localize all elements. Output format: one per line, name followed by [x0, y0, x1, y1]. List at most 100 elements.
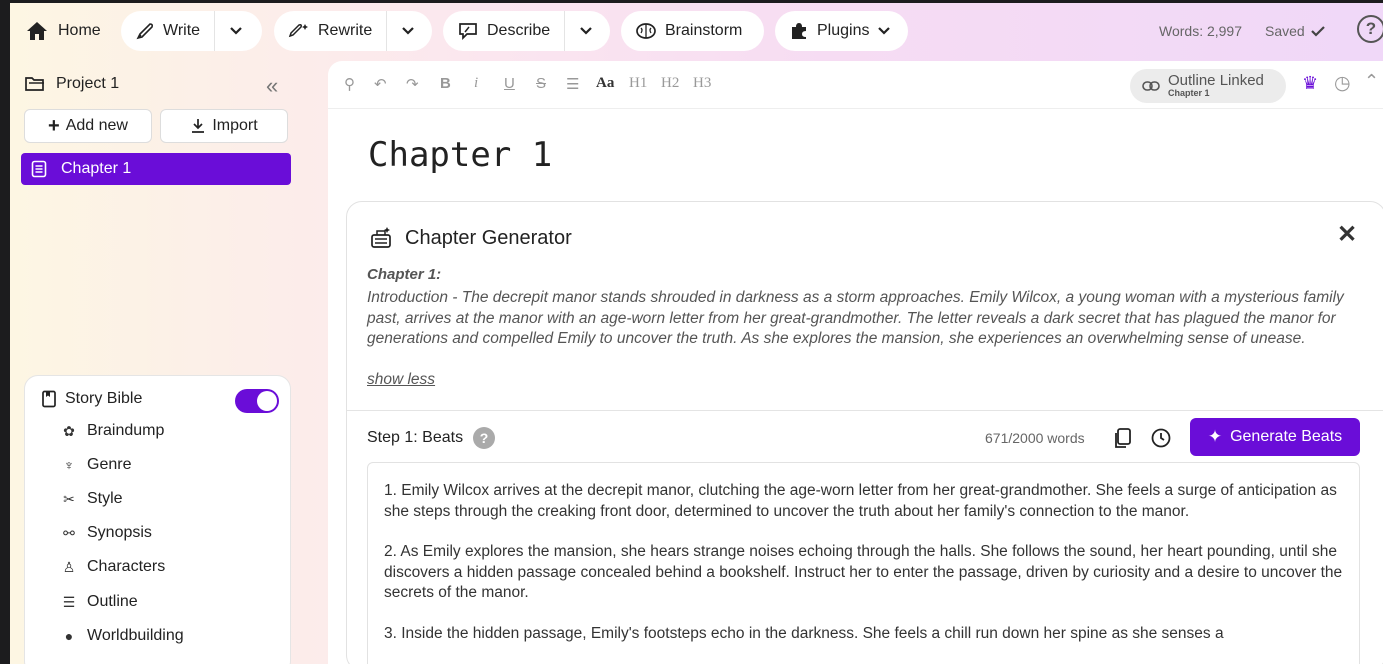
- redo-icon[interactable]: ↷: [406, 75, 419, 93]
- underline-icon[interactable]: U: [504, 75, 515, 92]
- chapter-generator-panel: Chapter Generator ✕ Chapter 1: Introduct…: [346, 201, 1383, 664]
- sidebar-item-outline[interactable]: ☰ Outline: [61, 593, 138, 611]
- heading-1-button[interactable]: H1: [629, 75, 647, 92]
- story-bible-title: Story Bible: [65, 390, 143, 407]
- undo-icon[interactable]: ↶: [374, 75, 387, 93]
- chapter-summary: Introduction - The decrepit manor stands…: [367, 289, 1344, 347]
- chapter-generator-icon[interactable]: ♛: [1302, 73, 1318, 94]
- chapter-summary-label: Chapter 1:: [367, 266, 442, 283]
- describe-dropdown-button[interactable]: [565, 11, 607, 51]
- add-new-button[interactable]: + Add new: [24, 109, 152, 143]
- write-dropdown-button[interactable]: [215, 11, 257, 51]
- heading-2-button[interactable]: H2: [661, 75, 679, 92]
- strikethrough-icon[interactable]: S: [536, 75, 546, 92]
- plugins-button[interactable]: Plugins: [775, 11, 908, 51]
- story-bible-panel: Story Bible ✿ Braindump ♆ Genre ✂ Style …: [24, 375, 291, 664]
- bold-icon[interactable]: B: [440, 75, 451, 92]
- beat-item: 2. As Emily explores the mansion, she he…: [384, 543, 1343, 601]
- write-label: Write: [163, 22, 201, 39]
- style-label: Style: [87, 490, 123, 507]
- copy-icon[interactable]: [1113, 427, 1133, 449]
- story-bible-toggle[interactable]: [235, 389, 279, 413]
- rewrite-label: Rewrite: [318, 22, 373, 39]
- brain-icon: ✿: [63, 422, 75, 439]
- chevron-down-icon: [878, 27, 891, 35]
- chevron-down-icon: [580, 27, 592, 35]
- bible-icon: [42, 390, 56, 408]
- list-icon[interactable]: ☰: [566, 75, 579, 93]
- search-icon[interactable]: ⚲: [344, 75, 355, 93]
- close-icon[interactable]: ✕: [1337, 220, 1357, 249]
- pen-icon: [136, 23, 154, 40]
- sidebar-item-chapter-1[interactable]: Chapter 1: [21, 153, 291, 185]
- story-bible-header: Story Bible: [41, 390, 142, 408]
- home-button[interactable]: Home: [26, 11, 101, 51]
- plugins-label: Plugins: [817, 22, 870, 39]
- sidebar-item-worldbuilding[interactable]: ● Worldbuilding: [61, 627, 184, 645]
- write-button[interactable]: Write: [121, 11, 214, 51]
- generate-beats-button[interactable]: ✦ Generate Beats: [1190, 418, 1360, 456]
- synopsis-label: Synopsis: [87, 524, 152, 541]
- history-icon[interactable]: ◷: [1334, 72, 1351, 95]
- document-icon: [31, 160, 47, 178]
- describe-icon: [459, 23, 477, 41]
- save-status: Saved: [1265, 23, 1325, 39]
- download-icon: [192, 119, 205, 133]
- help-button[interactable]: ?: [1357, 15, 1383, 43]
- outline-linked-badge[interactable]: Outline Linked Chapter 1: [1130, 69, 1286, 103]
- sidebar-item-synopsis[interactable]: ⚯ Synopsis: [61, 524, 152, 542]
- home-label: Home: [58, 22, 101, 39]
- italic-icon[interactable]: i: [474, 75, 478, 92]
- brainstorm-button[interactable]: Brainstorm: [621, 11, 764, 51]
- divider: [347, 410, 1383, 411]
- top-bar: Home Write Rewrite Describe Brainstorm P…: [10, 3, 1383, 61]
- outline-linked-label: Outline Linked: [1168, 72, 1264, 89]
- beat-item: 1. Emily Wilcox arrives at the decrepit …: [384, 482, 1337, 520]
- heading-3-button[interactable]: H3: [693, 75, 711, 92]
- editor-toolbar: ⚲ ↶ ↷ B i U S ☰ Aa H1 H2 H3 Outline Link…: [328, 61, 1383, 109]
- word-count: Words: 2,997: [1159, 23, 1243, 39]
- project-header[interactable]: Project 1: [24, 75, 119, 93]
- outline-linked-chapter: Chapter 1: [1168, 88, 1210, 98]
- chapter-generator-title: Chapter Generator: [405, 226, 572, 249]
- sidebar-item-style[interactable]: ✂ Style: [61, 490, 123, 508]
- puzzle-icon: [792, 23, 806, 39]
- outline-linked-text: Outline Linked Chapter 1: [1168, 73, 1264, 99]
- write-pill: Write: [121, 11, 262, 51]
- describe-pill: Describe: [443, 11, 610, 51]
- home-icon: [27, 22, 47, 40]
- sparkle-icon: ✦: [1207, 427, 1223, 446]
- describe-button[interactable]: Describe: [443, 11, 564, 51]
- globe-icon: ●: [64, 628, 74, 644]
- beats-textarea[interactable]: 1. Emily Wilcox arrives at the decrepit …: [367, 462, 1360, 664]
- project-title: Project 1: [56, 75, 120, 92]
- generate-beats-label: Generate Beats: [1230, 428, 1343, 445]
- rewrite-dropdown-button[interactable]: [387, 11, 429, 51]
- sidebar-item-characters[interactable]: ♙ Characters: [61, 558, 166, 576]
- sidebar-item-genre[interactable]: ♆ Genre: [61, 456, 132, 474]
- chevron-down-icon: [402, 27, 415, 35]
- sidebar-item-braindump[interactable]: ✿ Braindump: [61, 422, 164, 440]
- font-size-button[interactable]: Aa: [596, 75, 614, 92]
- outline-label: Outline: [87, 593, 138, 610]
- synopsis-icon: ⚯: [63, 524, 75, 541]
- editor-panel: ⚲ ↶ ↷ B i U S ☰ Aa H1 H2 H3 Outline Link…: [328, 61, 1383, 664]
- import-button[interactable]: Import: [160, 109, 288, 143]
- list-icon: ☰: [62, 593, 76, 610]
- history-icon[interactable]: [1150, 427, 1172, 449]
- import-label: Import: [212, 117, 258, 134]
- show-less-link[interactable]: show less: [367, 371, 435, 389]
- genre-label: Genre: [87, 456, 132, 473]
- chapter-generator-header: Chapter Generator: [369, 226, 572, 250]
- rewrite-pill: Rewrite: [274, 11, 432, 51]
- generator-icon: [371, 227, 391, 248]
- brainstorm-label: Brainstorm: [665, 22, 743, 39]
- chevron-up-icon[interactable]: ⌃: [1364, 71, 1379, 92]
- rewrite-button[interactable]: Rewrite: [274, 11, 386, 51]
- collapse-sidebar-icon[interactable]: «: [266, 73, 278, 99]
- check-icon: [1310, 26, 1325, 37]
- help-icon[interactable]: ?: [473, 427, 496, 449]
- braindump-label: Braindump: [87, 422, 165, 439]
- genre-icon: ♆: [63, 457, 75, 473]
- document-title[interactable]: Chapter 1: [368, 135, 552, 175]
